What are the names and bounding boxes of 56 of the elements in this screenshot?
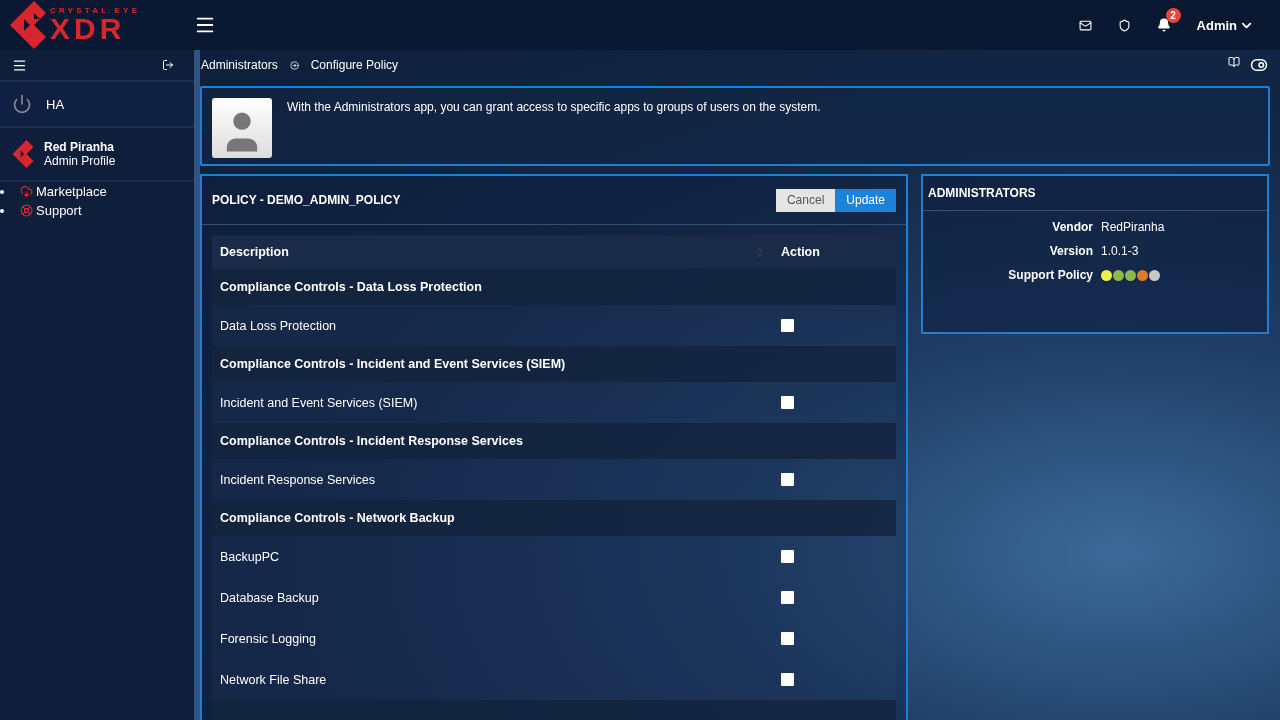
column-header: Action xyxy=(780,245,821,259)
checkbox[interactable] xyxy=(781,673,794,686)
sidebar-link[interactable]: Support xyxy=(20,203,82,218)
panel-title: ADMINISTRATORS xyxy=(923,176,1267,211)
logo-icon xyxy=(12,140,34,168)
mail-icon[interactable] xyxy=(1078,18,1092,32)
table-cell-text: Incident and Event Services (SIEM) xyxy=(219,395,419,410)
profile-name: Red Piranha xyxy=(44,140,116,154)
bell-icon[interactable] xyxy=(1156,18,1171,32)
profile-role: Admin Profile xyxy=(44,154,116,168)
checkbox[interactable] xyxy=(781,473,794,486)
breadcrumb-link[interactable]: Configure Policy xyxy=(310,58,399,72)
brand-tagline: CRYSTAL EYE xyxy=(50,6,141,15)
group-heading: Compliance Controls - Incident and Event Services (SIEM) xyxy=(219,357,567,371)
group-heading: Compliance Controls - Data Loss Protection xyxy=(219,280,483,294)
bullet-icon xyxy=(0,208,4,213)
update-button[interactable]: Update xyxy=(835,188,896,212)
group-heading: Compliance Controls - Incident Response Services xyxy=(219,434,524,448)
field-label: Version xyxy=(1049,244,1093,258)
user-avatar-icon xyxy=(212,98,272,158)
panel-title: POLICY - DEMO_ADMIN_POLICY xyxy=(212,193,402,207)
table-cell-text: BackupPC xyxy=(219,549,281,564)
user-menu[interactable]: Admin xyxy=(1196,17,1254,33)
table-cell-text: Database Backup xyxy=(219,590,320,605)
group-heading: Compliance Controls - Network Backup xyxy=(219,511,456,525)
checkbox[interactable] xyxy=(781,550,794,563)
field-label: Vendor xyxy=(1052,220,1093,234)
table-cell-text: Incident Response Services xyxy=(219,472,376,487)
lifebuoy-icon xyxy=(20,204,33,217)
bullet-icon xyxy=(0,189,4,194)
field-value: RedPiranha xyxy=(1101,220,1166,234)
checkbox[interactable] xyxy=(781,396,794,409)
power-icon[interactable] xyxy=(12,94,32,114)
brand-name: XDR xyxy=(50,13,126,44)
checkbox[interactable] xyxy=(781,591,794,604)
field-value: 1.0.1-3 xyxy=(1101,244,1140,258)
separator-icon xyxy=(289,60,299,70)
table-cell-text: Forensic Logging xyxy=(219,631,317,646)
cloud-download-icon xyxy=(20,185,33,198)
field-label: Support Policy xyxy=(1008,268,1093,282)
shield-icon[interactable] xyxy=(1117,18,1131,32)
table-cell-text: Network File Share xyxy=(219,672,328,687)
sidebar-link[interactable]: Marketplace xyxy=(20,184,107,199)
intro-text: With the Administrators app, you can grant access to specific apps to groups of users on the system. xyxy=(287,100,821,114)
checkbox[interactable] xyxy=(781,632,794,645)
logout-icon[interactable] xyxy=(162,59,174,71)
cancel-button[interactable]: Cancel xyxy=(775,188,836,212)
column-header[interactable]: Description xyxy=(212,245,773,259)
notification-badge: 2 xyxy=(1165,8,1181,23)
status-label: HA xyxy=(46,96,65,112)
book-icon[interactable] xyxy=(1228,56,1240,68)
menu-icon[interactable] xyxy=(12,57,27,73)
breadcrumb-link[interactable]: Administrators xyxy=(201,58,278,72)
table-cell-text: Data Loss Protection xyxy=(219,318,338,333)
toggle-icon[interactable] xyxy=(1250,56,1268,74)
checkbox[interactable] xyxy=(781,319,794,332)
